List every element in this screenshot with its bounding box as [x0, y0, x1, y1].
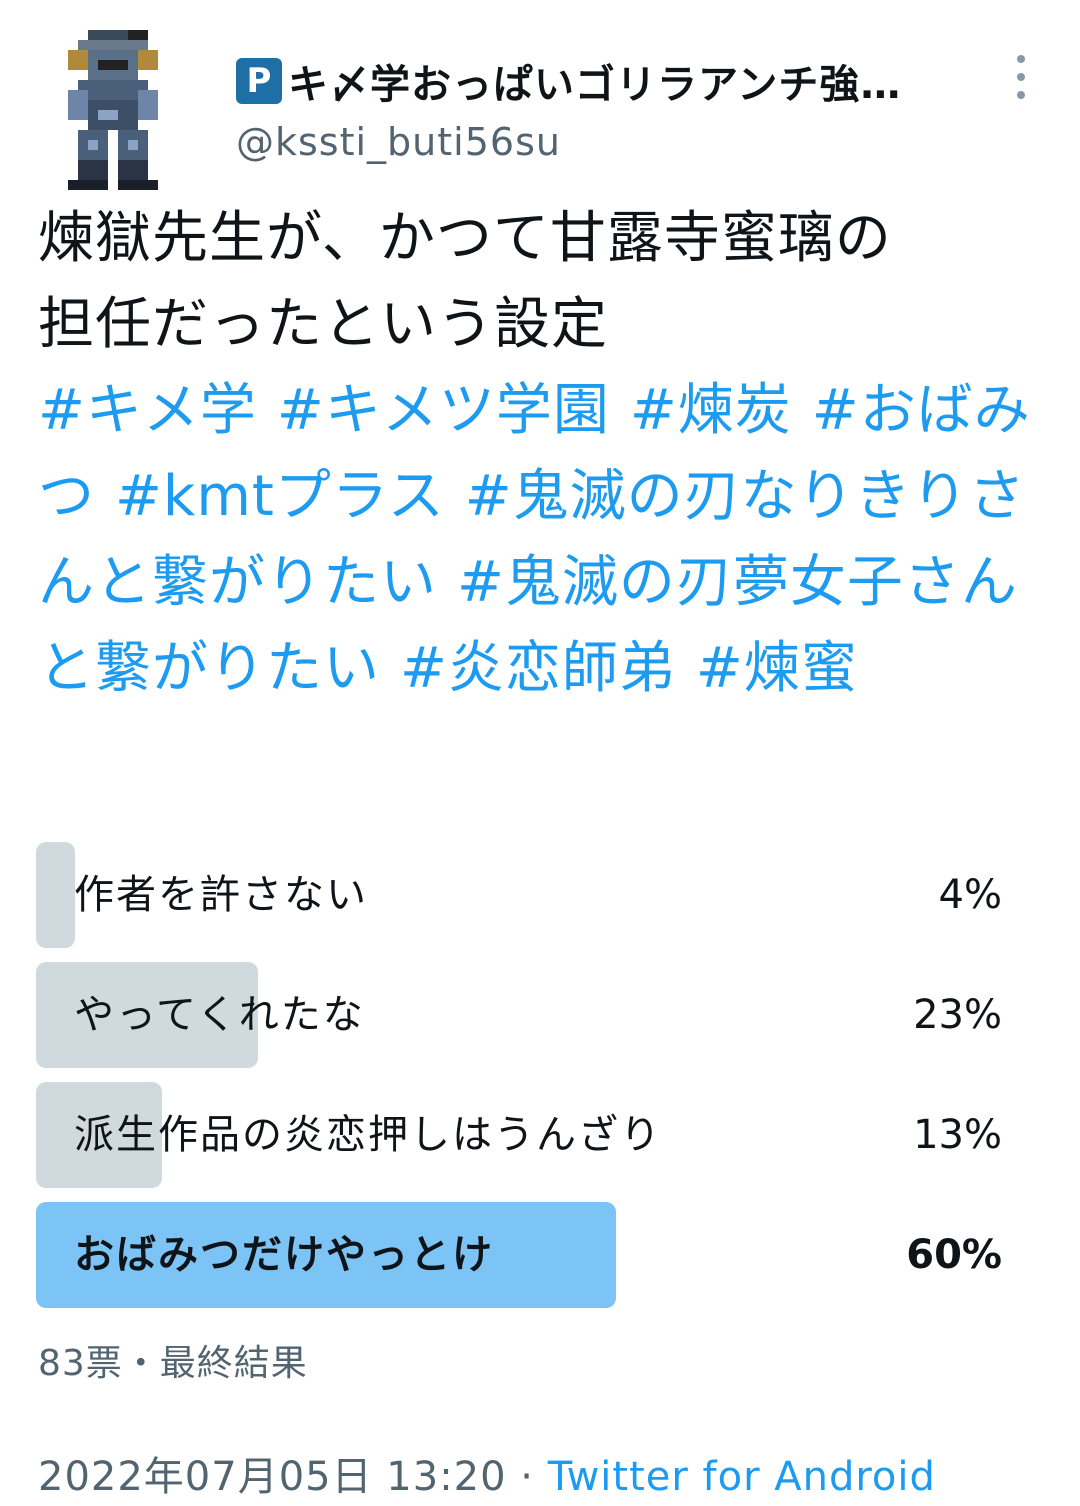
separator: · [506, 1454, 548, 1500]
poll-option: やってくれたな 23% [36, 962, 1002, 1068]
hashtag-link[interactable]: #炎恋師弟 [400, 636, 676, 701]
poll-option-percent: 23% [913, 992, 1002, 1038]
poll-meta: 83票・最終結果 [38, 1343, 308, 1384]
tweet-header: P キ〆学おっぱいゴリラアンチ強… @kssti_buti56su [0, 0, 1080, 190]
hashtag-link[interactable]: #煉炭 [630, 378, 792, 443]
hashtag-link[interactable]: #煉蜜 [696, 636, 858, 701]
poll-option-percent: 60% [906, 1232, 1002, 1278]
tweet-text-line: 煉獄先生が、かつて甘露寺蜜璃の [38, 206, 892, 271]
user-handle[interactable]: @kssti_buti56su [236, 120, 561, 164]
hashtag-link[interactable]: #kmtプラス [115, 464, 445, 529]
display-name-row[interactable]: P キ〆学おっぱいゴリラアンチ強… [236, 52, 901, 110]
hashtag-list: #キメ学 #キメツ学園 #煉炭 #おばみつ #kmtプラス #鬼滅の刃なりきりさんと繋がり… [38, 368, 1048, 712]
poll-option-label: 派生作品の炎恋押しはうんざり [74, 1112, 662, 1158]
poll-option: 作者を許さない 4% [36, 842, 1002, 948]
poll-option-label: やってくれたな [74, 992, 365, 1038]
poll-option: 派生作品の炎恋押しはうんざり 13% [36, 1082, 1002, 1188]
tweet-text: 煉獄先生が、かつて甘露寺蜜璃の 担任だったという設定 #キメ学 #キメツ学園 #煉炭… [38, 196, 1048, 712]
parking-badge-icon: P [236, 58, 282, 104]
poll-result-bar [36, 842, 75, 948]
timestamp[interactable]: 2022年07月05日 13:20 [38, 1454, 507, 1500]
poll-option-percent: 4% [938, 872, 1002, 918]
tweet-text-line: 担任だったという設定 [38, 292, 608, 357]
source-link[interactable]: Twitter for Android [548, 1454, 936, 1500]
display-name[interactable]: キ〆学おっぱいゴリラアンチ強… [288, 52, 901, 110]
poll-option-label: 作者を許さない [74, 872, 368, 918]
more-options-icon[interactable] [1006, 55, 1036, 99]
poll-option-winner: おばみつだけやっとけ 60% [36, 1202, 1002, 1308]
hashtag-link[interactable]: #キメ学 [38, 378, 257, 443]
poll-option-percent: 13% [913, 1112, 1002, 1158]
hashtag-link[interactable]: #キメツ学園 [277, 378, 610, 443]
poll: 作者を許さない 4% やってくれたな 23% 派生作品の炎恋押しはうんざり 13… [36, 842, 1002, 1322]
poll-option-label: おばみつだけやっとけ [74, 1232, 494, 1278]
tweet-footer: 2022年07月05日 13:20 · Twitter for Android [38, 1444, 936, 1502]
avatar[interactable] [58, 30, 168, 190]
